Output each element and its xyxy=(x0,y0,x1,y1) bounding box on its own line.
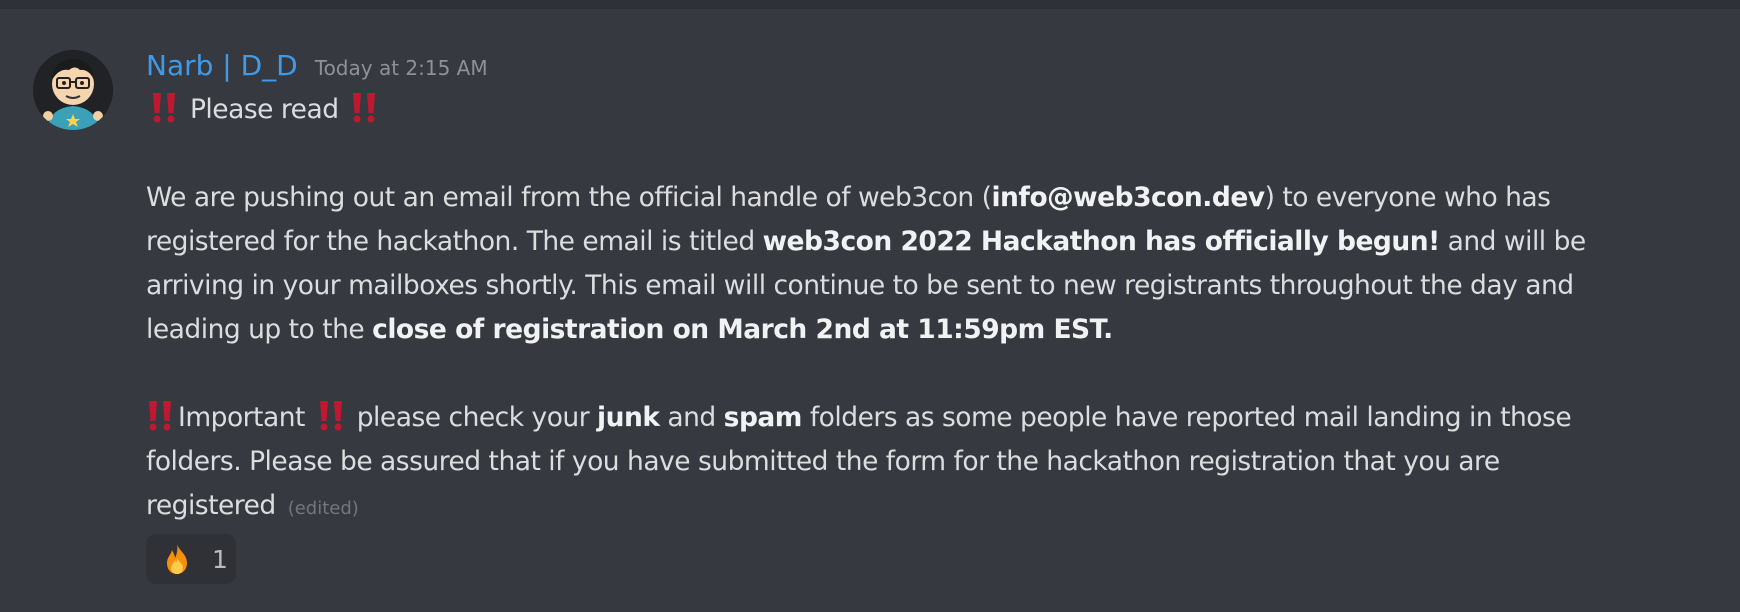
username[interactable]: Narb | D_D xyxy=(146,44,298,88)
paragraph1-line2: registered for the hackathon. The email … xyxy=(146,220,1716,264)
paragraph1-line3: arriving in your mailboxes shortly. This… xyxy=(146,270,1574,301)
timestamp[interactable]: Today at 2:15 AM xyxy=(315,56,488,80)
text-segment: leading up to the xyxy=(146,314,373,345)
text-segment: Important xyxy=(178,402,313,433)
text-segment: please check your xyxy=(348,402,598,433)
message-header: Narb | D_D Today at 2:15 AM xyxy=(146,44,1716,88)
reaction-count: 1 xyxy=(212,544,228,574)
discord-message-view: Narb | D_D Today at 2:15 AM Please read … xyxy=(0,0,1740,612)
email-subject: web3con 2022 Hackathon has officially be… xyxy=(762,226,1441,257)
double-exclamation-icon xyxy=(317,399,345,431)
text-segment: We are pushing out an email from the off… xyxy=(146,182,992,213)
paragraph2-line3: registered (edited) xyxy=(146,484,1716,531)
heading-line: Please read xyxy=(146,88,1716,132)
reaction-button[interactable]: 1 xyxy=(146,534,236,584)
message-content: Please read We are pushing out an email … xyxy=(146,88,1716,531)
text-segment: registered for the hackathon. The email … xyxy=(146,226,763,257)
email-address: info@web3con.dev xyxy=(991,182,1265,213)
paragraph2-line1: Important please check your junk and spa… xyxy=(146,396,1716,440)
cartoon-avatar-icon xyxy=(33,50,113,130)
top-divider xyxy=(0,0,1740,9)
double-exclamation-icon xyxy=(350,91,378,123)
paragraph1-line1: We are pushing out an email from the off… xyxy=(146,176,1716,220)
junk-text: junk xyxy=(597,402,660,433)
paragraph1-line4: leading up to the close of registration … xyxy=(146,308,1716,352)
please-read-text: Please read xyxy=(189,94,339,125)
text-segment: folders as some people have reported mai… xyxy=(801,402,1572,433)
double-exclamation-icon xyxy=(150,91,178,123)
text-segment: and will be xyxy=(1439,226,1587,257)
edited-label: (edited) xyxy=(287,498,359,519)
fire-emoji-icon xyxy=(167,544,187,574)
text-segment: ) to everyone who has xyxy=(1264,182,1551,213)
message: Narb | D_D Today at 2:15 AM Please read … xyxy=(146,44,1716,531)
double-exclamation-icon xyxy=(146,399,174,431)
spam-text: spam xyxy=(723,402,803,433)
text-segment: and xyxy=(659,402,724,433)
registration-deadline: close of registration on March 2nd at 11… xyxy=(372,314,1113,345)
paragraph2-line2: folders. Please be assured that if you h… xyxy=(146,446,1500,477)
avatar[interactable] xyxy=(33,50,113,130)
text-segment: registered xyxy=(146,490,276,521)
